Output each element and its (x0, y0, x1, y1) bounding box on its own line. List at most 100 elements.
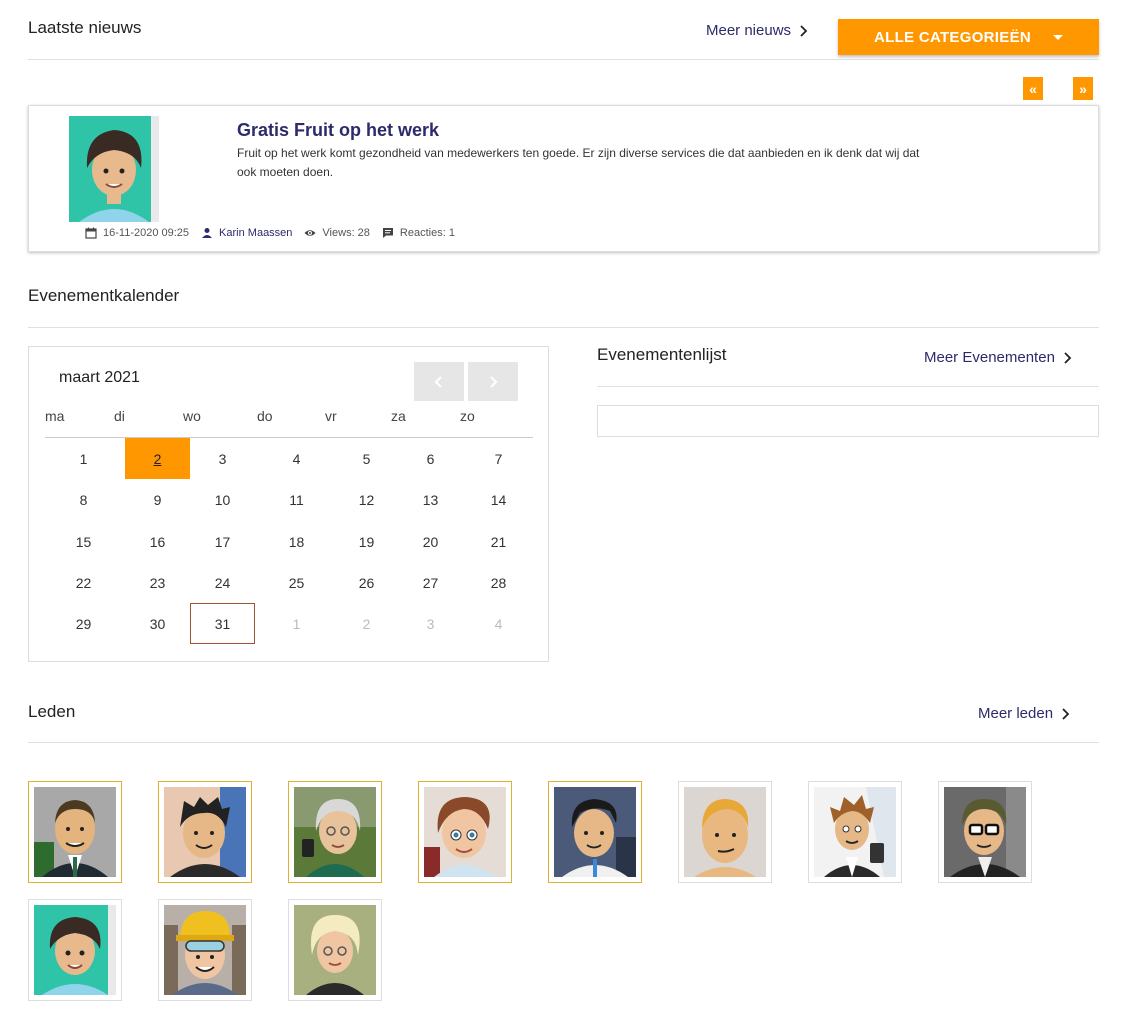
calendar-day[interactable]: 29 (51, 603, 116, 644)
all-categories-dropdown[interactable]: ALLE CATEGORIEËN (838, 19, 1099, 55)
calendar-day[interactable]: 26 (334, 562, 399, 603)
calendar-day[interactable]: 24 (190, 562, 255, 603)
event-list-title: Evenementenlijst (597, 345, 727, 364)
news-author-avatar[interactable] (69, 116, 159, 222)
member-avatar[interactable] (938, 781, 1032, 883)
calendar-next-button[interactable] (468, 362, 518, 401)
news-next-button[interactable]: » (1073, 77, 1093, 100)
calendar-day[interactable]: 22 (51, 562, 116, 603)
calendar-day[interactable]: 18 (264, 521, 329, 562)
weekday-label: za (391, 408, 406, 424)
meta-date: 16-11-2020 09:25 (85, 227, 189, 239)
member-avatar-image (34, 905, 116, 995)
weekday-label: zo (460, 408, 475, 424)
events-divider (28, 327, 1099, 328)
calendar-day[interactable]: 3 (190, 438, 255, 479)
news-article-meta: 16-11-2020 09:25 Karin Maassen Views: 28… (85, 227, 455, 239)
calendar-day[interactable]: 7 (466, 438, 531, 479)
calendar-day[interactable]: 17 (190, 521, 255, 562)
calendar-day[interactable]: 8 (51, 479, 116, 520)
calendar-day[interactable]: 28 (466, 562, 531, 603)
calendar-day[interactable]: 25 (264, 562, 329, 603)
calendar-day[interactable]: 30 (125, 603, 190, 644)
more-events-label: Meer Evenementen (924, 349, 1055, 366)
calendar-day[interactable]: 6 (398, 438, 463, 479)
all-categories-label: ALLE CATEGORIEËN (873, 28, 1032, 46)
meta-author: Karin Maassen (201, 227, 292, 239)
calendar-day[interactable]: 23 (125, 562, 190, 603)
eye-icon (304, 230, 316, 236)
calendar-day[interactable]: 2 (125, 438, 190, 479)
calendar-day[interactable]: 1 (51, 438, 116, 479)
weekday-label: vr (325, 408, 337, 424)
calendar-day[interactable]: 14 (466, 479, 531, 520)
weekday-label: wo (183, 408, 201, 424)
calendar-day-outside-month[interactable]: 2 (334, 603, 399, 644)
calendar-day[interactable]: 13 (398, 479, 463, 520)
calendar-prev-button[interactable] (414, 362, 464, 401)
more-news-link[interactable]: Meer nieuws (706, 22, 811, 39)
calendar-day[interactable]: 10 (190, 479, 255, 520)
meta-views-value: Views: 28 (322, 227, 370, 239)
calendar-icon (85, 227, 97, 239)
calendar-day[interactable]: 20 (398, 521, 463, 562)
weekday-label: ma (45, 408, 65, 424)
weekday-label: di (114, 408, 125, 424)
member-avatar[interactable] (678, 781, 772, 883)
member-avatar[interactable] (548, 781, 642, 883)
meta-comments-value: Reacties: 1 (399, 227, 455, 239)
member-avatar-image (424, 787, 506, 877)
event-list-divider (597, 386, 1099, 387)
calendar-day[interactable]: 27 (398, 562, 463, 603)
chevron-left-icon (434, 375, 442, 388)
calendar-day[interactable]: 21 (466, 521, 531, 562)
members-section-title: Leden (28, 702, 76, 721)
more-members-link[interactable]: Meer leden (978, 705, 1073, 722)
calendar-day[interactable]: 15 (51, 521, 116, 562)
member-avatar[interactable] (288, 781, 382, 883)
calendar-weekday-row: ma di wo do vr za zo (45, 408, 533, 438)
calendar-day[interactable]: 5 (334, 438, 399, 479)
calendar-day[interactable]: 31 (190, 603, 255, 644)
calendar-day[interactable]: 4 (264, 438, 329, 479)
member-avatar[interactable] (158, 899, 252, 1001)
person-icon (202, 228, 213, 238)
calendar-day[interactable]: 12 (334, 479, 399, 520)
member-avatar[interactable] (288, 899, 382, 1001)
member-avatar-image (294, 905, 376, 995)
member-avatar[interactable] (28, 781, 122, 883)
calendar-day-outside-month[interactable]: 3 (398, 603, 463, 644)
news-divider (28, 59, 1099, 60)
meta-author-link[interactable]: Karin Maassen (219, 227, 292, 239)
member-avatar[interactable] (158, 781, 252, 883)
meta-views: Views: 28 (304, 227, 370, 239)
calendar-day[interactable]: 9 (125, 479, 190, 520)
more-events-link[interactable]: Meer Evenementen (924, 349, 1075, 366)
meta-date-value: 16-11-2020 09:25 (103, 227, 190, 239)
event-calendar: maart 2021 ma di wo do vr za zo 1 2 3 4 5 6 7 8 9 10 11 1… (28, 346, 549, 662)
member-avatar-image (814, 787, 896, 877)
more-members-label: Meer leden (978, 705, 1054, 722)
member-avatar-image (34, 787, 116, 877)
calendar-day[interactable]: 11 (264, 479, 329, 520)
calendar-day-outside-month[interactable]: 4 (466, 603, 531, 644)
calendar-day-outside-month[interactable]: 1 (264, 603, 329, 644)
chevron-right-icon (1062, 707, 1070, 720)
more-news-label: Meer nieuws (706, 22, 792, 39)
member-avatar-image (554, 787, 636, 877)
member-avatar-image (164, 787, 246, 877)
member-avatar[interactable] (418, 781, 512, 883)
news-prev-button[interactable]: « (1023, 77, 1043, 100)
member-avatar-image (294, 787, 376, 877)
member-avatar-image (944, 787, 1026, 877)
member-avatar[interactable] (808, 781, 902, 883)
calendar-day[interactable]: 19 (334, 521, 399, 562)
member-avatar-image (164, 905, 246, 995)
comment-icon (382, 228, 393, 238)
news-article-title[interactable]: Gratis Fruit op het werk (237, 120, 439, 141)
calendar-month-label: maart 2021 (59, 369, 140, 386)
events-section-title: Evenementkalender (28, 286, 180, 305)
member-avatar[interactable] (28, 899, 122, 1001)
weekday-label: do (257, 408, 273, 424)
calendar-day[interactable]: 16 (125, 521, 190, 562)
